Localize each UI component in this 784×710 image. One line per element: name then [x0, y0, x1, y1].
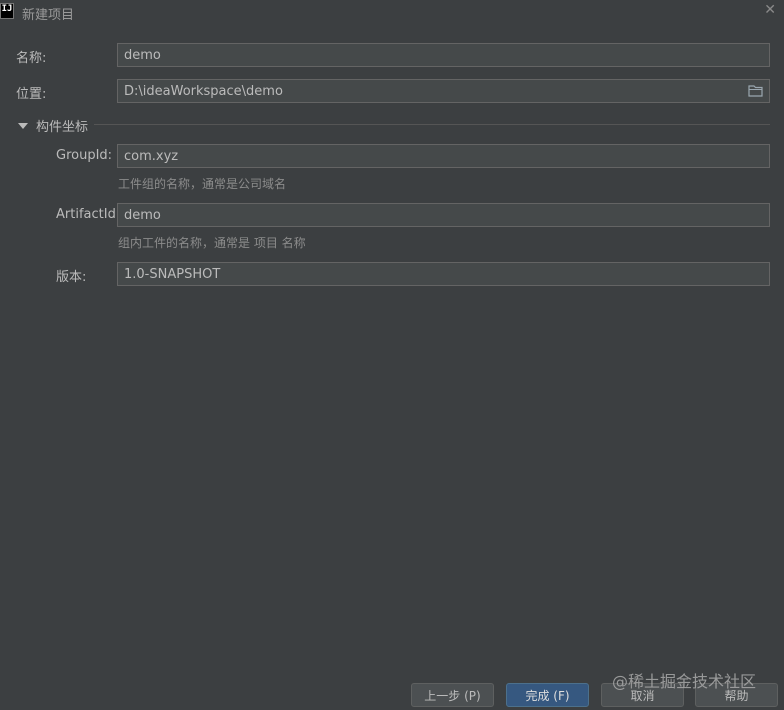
app-icon: IJ	[0, 3, 14, 19]
title-bar: IJ 新建项目 ✕	[0, 0, 784, 24]
name-input[interactable]	[117, 43, 770, 67]
group-id-label: GroupId:	[56, 148, 113, 163]
artifact-id-label: ArtifactId:	[56, 207, 121, 222]
section-divider	[94, 124, 770, 125]
artifact-id-input[interactable]	[117, 203, 770, 227]
section-title: 构件坐标	[36, 120, 89, 135]
previous-button[interactable]: 上一步 (P)	[411, 683, 494, 707]
group-id-input[interactable]	[117, 144, 770, 168]
finish-button[interactable]: 完成 (F)	[506, 683, 589, 707]
group-id-hint: 工件组的名称，通常是公司域名	[118, 177, 287, 191]
help-button[interactable]: 帮助	[695, 683, 778, 707]
artifact-id-hint: 组内工件的名称，通常是 项目 名称	[118, 236, 306, 250]
collapse-triangle-icon	[18, 122, 28, 129]
version-label: 版本:	[56, 270, 87, 285]
window-title: 新建项目	[22, 8, 75, 23]
name-label: 名称:	[16, 51, 47, 66]
location-label: 位置:	[16, 87, 47, 102]
artifact-coordinates-toggle[interactable]: 构件坐标	[18, 116, 88, 135]
folder-icon[interactable]	[748, 84, 764, 98]
cancel-button[interactable]: 取消	[601, 683, 684, 707]
location-input[interactable]	[117, 79, 770, 103]
version-input[interactable]	[117, 262, 770, 286]
close-icon[interactable]: ✕	[764, 2, 776, 18]
